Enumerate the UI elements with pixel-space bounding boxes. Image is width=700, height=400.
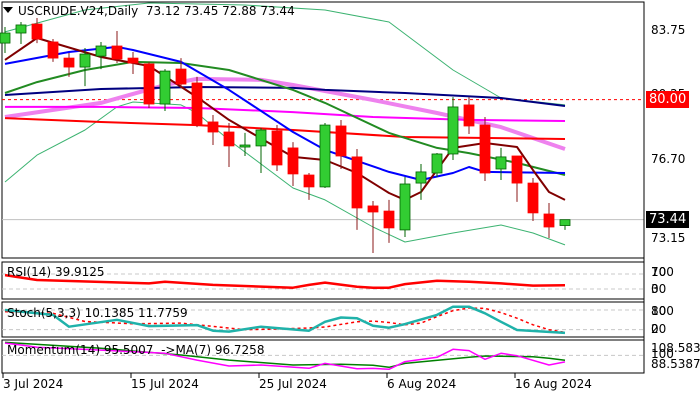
candle-body [335, 125, 347, 157]
candle-body [15, 24, 27, 34]
momentum-label: Momentum(14) 95.5007 ->MA(7) 96.7258 [7, 343, 265, 357]
candle-body [367, 205, 379, 213]
candle-body [399, 183, 411, 231]
candle-body [0, 32, 11, 44]
candle-body [511, 155, 523, 184]
candle [463, 97, 475, 135]
indicator-overlays [4, 2, 566, 246]
candle-body [239, 144, 251, 148]
ohlc-readout: 73.12 73.45 72.88 73.44 [145, 4, 295, 18]
candle [543, 203, 555, 238]
candle-body [95, 45, 107, 57]
symbol-label: USCRUDE.V24,Daily [18, 4, 139, 18]
candle-body [543, 213, 555, 228]
candle [287, 142, 299, 187]
candle-body [127, 57, 139, 64]
rsi-tick: 70 [651, 265, 667, 279]
candle [15, 22, 27, 44]
candle [495, 147, 507, 180]
candle [367, 201, 379, 253]
candle-body [527, 182, 539, 214]
candle [511, 155, 523, 202]
candle-body [303, 174, 315, 188]
candle [303, 173, 315, 200]
candle-body [479, 124, 491, 174]
candle [479, 117, 491, 182]
candle-body [255, 129, 267, 147]
candle-body [271, 130, 283, 166]
candle [527, 177, 539, 221]
triangle-down-icon[interactable] [3, 7, 13, 13]
price-chart [0, 1, 645, 378]
candle-body [351, 156, 363, 209]
candle [335, 119, 347, 169]
candle-body [319, 124, 331, 188]
candle [319, 123, 331, 189]
candle [47, 39, 59, 62]
candle [559, 219, 571, 230]
last-price-tag: 73.44 [646, 211, 690, 228]
candle-body [495, 156, 507, 170]
candle [111, 31, 123, 64]
candle [223, 123, 235, 167]
candle [447, 97, 459, 161]
price-tick: 73.15 [651, 231, 686, 245]
stoch-tick: 80 [651, 304, 667, 318]
candle [207, 114, 219, 146]
candle [143, 61, 155, 109]
candle [191, 76, 203, 128]
rsi-label: RSI(14) 39.9125 [7, 265, 105, 279]
candle [399, 177, 411, 238]
candle-body [447, 106, 459, 155]
candle-body [111, 45, 123, 60]
candles [0, 18, 571, 253]
rsi-tick: 0 [651, 282, 659, 296]
candle-body [159, 70, 171, 105]
x-tick-label: 15 Jul 2024 [131, 377, 199, 391]
candle-body [175, 68, 187, 85]
candle-body [287, 147, 299, 175]
stoch-label: Stoch(5,3,3) 10.1385 11.7759 [7, 306, 188, 320]
price-tick: 76.70 [651, 152, 686, 166]
x-tick-label: 16 Aug 2024 [515, 377, 592, 391]
candle-body [415, 171, 427, 184]
candle-body [63, 57, 75, 68]
candle [271, 125, 283, 171]
candle-body [463, 104, 475, 127]
x-tick-label: 25 Jul 2024 [259, 377, 327, 391]
level-price-tag: 80.00 [646, 91, 690, 108]
candle [95, 41, 107, 70]
candle-body [383, 210, 395, 229]
candle-body [559, 219, 571, 226]
chart-header: USCRUDE.V24,Daily 73.12 73.45 72.88 73.4… [18, 4, 295, 18]
candle-body [223, 131, 235, 147]
momentum-tick: 88.5387 [651, 357, 700, 371]
candle-body [47, 41, 59, 59]
candle [239, 132, 251, 156]
candle [351, 149, 363, 230]
candle [127, 52, 139, 75]
stoch-tick: 0 [651, 322, 659, 336]
candle-body [191, 82, 203, 126]
candle-body [431, 153, 443, 174]
candle-body [79, 53, 91, 68]
candle-body [207, 121, 219, 133]
overlay-line [5, 105, 566, 122]
x-tick-label: 6 Aug 2024 [387, 377, 457, 391]
candle [159, 69, 171, 111]
price-tick: 83.75 [651, 23, 686, 37]
candle [79, 48, 91, 87]
candle-body [31, 23, 43, 40]
candle-body [143, 63, 155, 105]
x-tick-label: 3 Jul 2024 [3, 377, 64, 391]
